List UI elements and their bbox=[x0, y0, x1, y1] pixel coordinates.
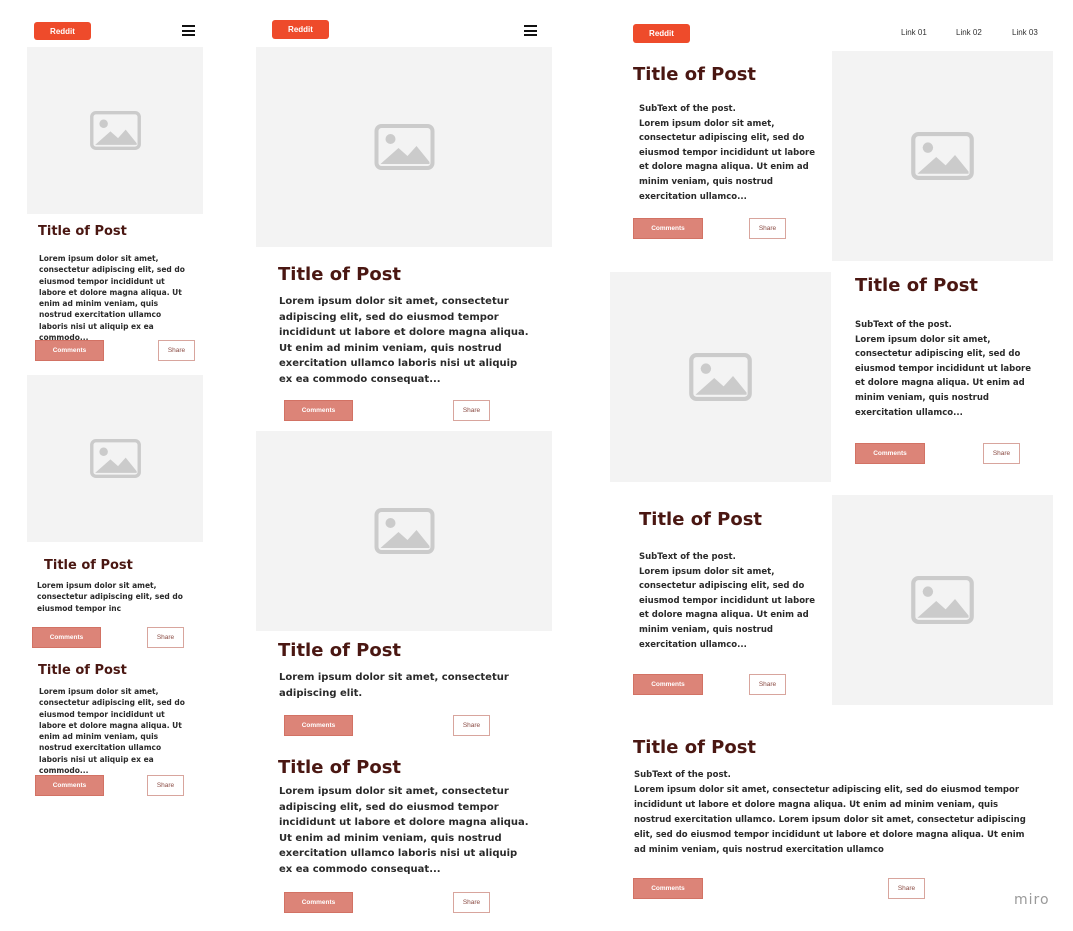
post-text: Lorem ipsum dolor sit amet, consectetur … bbox=[39, 254, 185, 343]
post-text: SubText of the post. Lorem ipsum dolor s… bbox=[639, 102, 819, 204]
post-text-body: Lorem ipsum dolor sit amet, consectetur … bbox=[855, 334, 1032, 418]
comments-button[interactable]: Comments bbox=[855, 443, 925, 464]
post-title[interactable]: Title of Post bbox=[278, 640, 401, 661]
share-button[interactable]: Share bbox=[453, 400, 490, 421]
image-placeholder-icon bbox=[911, 132, 974, 180]
share-button[interactable]: Share bbox=[453, 892, 490, 913]
post-subtext: SubText of the post. bbox=[639, 104, 736, 114]
share-button[interactable]: Share bbox=[983, 443, 1020, 464]
post-image bbox=[832, 51, 1053, 261]
post-text: Lorem ipsum dolor sit amet, consectetur … bbox=[37, 581, 183, 613]
comments-button[interactable]: Comments bbox=[35, 340, 104, 361]
menu-icon[interactable] bbox=[524, 25, 537, 36]
post-title[interactable]: Title of Post bbox=[633, 64, 756, 85]
post-subtext: SubText of the post. bbox=[855, 320, 952, 330]
post-text-body: Lorem ipsum dolor sit amet, consectetur … bbox=[639, 118, 816, 202]
post-text: Lorem ipsum dolor sit amet, consectetur … bbox=[39, 687, 185, 776]
menu-icon[interactable] bbox=[182, 25, 195, 36]
reddit-logo-desktop[interactable]: Reddit bbox=[633, 24, 690, 43]
post-image bbox=[256, 431, 552, 631]
post-image bbox=[27, 47, 203, 214]
post-image bbox=[256, 47, 552, 247]
share-button[interactable]: Share bbox=[147, 775, 184, 796]
comments-button[interactable]: Comments bbox=[284, 715, 353, 736]
share-button[interactable]: Share bbox=[158, 340, 195, 361]
miro-watermark: miro bbox=[1014, 892, 1050, 908]
post-text: SubText of the post. Lorem ipsum dolor s… bbox=[634, 768, 1034, 858]
post-text: SubText of the post. Lorem ipsum dolor s… bbox=[639, 550, 819, 652]
comments-button[interactable]: Comments bbox=[284, 400, 353, 421]
post-image bbox=[610, 272, 831, 482]
comments-button[interactable]: Comments bbox=[284, 892, 353, 913]
image-placeholder-icon bbox=[689, 353, 752, 401]
post-text-body: Lorem ipsum dolor sit amet, consectetur … bbox=[639, 566, 816, 650]
post-image bbox=[832, 495, 1053, 705]
post-title[interactable]: Title of Post bbox=[38, 224, 127, 239]
comments-button[interactable]: Comments bbox=[633, 878, 703, 899]
nav-link-03[interactable]: Link 03 bbox=[1012, 28, 1038, 37]
post-text: Lorem ipsum dolor sit amet, consectetur … bbox=[279, 296, 529, 385]
share-button[interactable]: Share bbox=[749, 218, 786, 239]
post-title[interactable]: Title of Post bbox=[639, 509, 762, 530]
post-text: Lorem ipsum dolor sit amet, consectetur … bbox=[279, 672, 509, 699]
post-title[interactable]: Title of Post bbox=[38, 663, 127, 678]
post-subtext: SubText of the post. bbox=[634, 770, 731, 780]
post-text-body: Lorem ipsum dolor sit amet, consectetur … bbox=[634, 785, 1026, 855]
post-title[interactable]: Title of Post bbox=[855, 275, 978, 296]
comments-button[interactable]: Comments bbox=[35, 775, 104, 796]
post-title[interactable]: Title of Post bbox=[44, 558, 133, 573]
nav-link-01[interactable]: Link 01 bbox=[901, 28, 927, 37]
share-button[interactable]: Share bbox=[147, 627, 184, 648]
share-button[interactable]: Share bbox=[749, 674, 786, 695]
post-text: Lorem ipsum dolor sit amet, consectetur … bbox=[279, 786, 529, 875]
image-placeholder-icon bbox=[89, 111, 141, 150]
post-title[interactable]: Title of Post bbox=[278, 264, 401, 285]
reddit-logo-mobile[interactable]: Reddit bbox=[34, 22, 91, 40]
image-placeholder-icon bbox=[374, 124, 434, 170]
post-text: SubText of the post. Lorem ipsum dolor s… bbox=[855, 318, 1035, 420]
share-button[interactable]: Share bbox=[888, 878, 925, 899]
post-title[interactable]: Title of Post bbox=[633, 737, 756, 758]
image-placeholder-icon bbox=[89, 439, 141, 478]
comments-button[interactable]: Comments bbox=[633, 218, 703, 239]
nav-link-02[interactable]: Link 02 bbox=[956, 28, 982, 37]
share-button[interactable]: Share bbox=[453, 715, 490, 736]
comments-button[interactable]: Comments bbox=[633, 674, 703, 695]
comments-button[interactable]: Comments bbox=[32, 627, 101, 648]
post-title[interactable]: Title of Post bbox=[278, 757, 401, 778]
reddit-logo-tablet[interactable]: Reddit bbox=[272, 20, 329, 39]
image-placeholder-icon bbox=[374, 508, 434, 554]
post-subtext: SubText of the post. bbox=[639, 552, 736, 562]
post-image bbox=[27, 375, 203, 542]
image-placeholder-icon bbox=[911, 576, 974, 624]
